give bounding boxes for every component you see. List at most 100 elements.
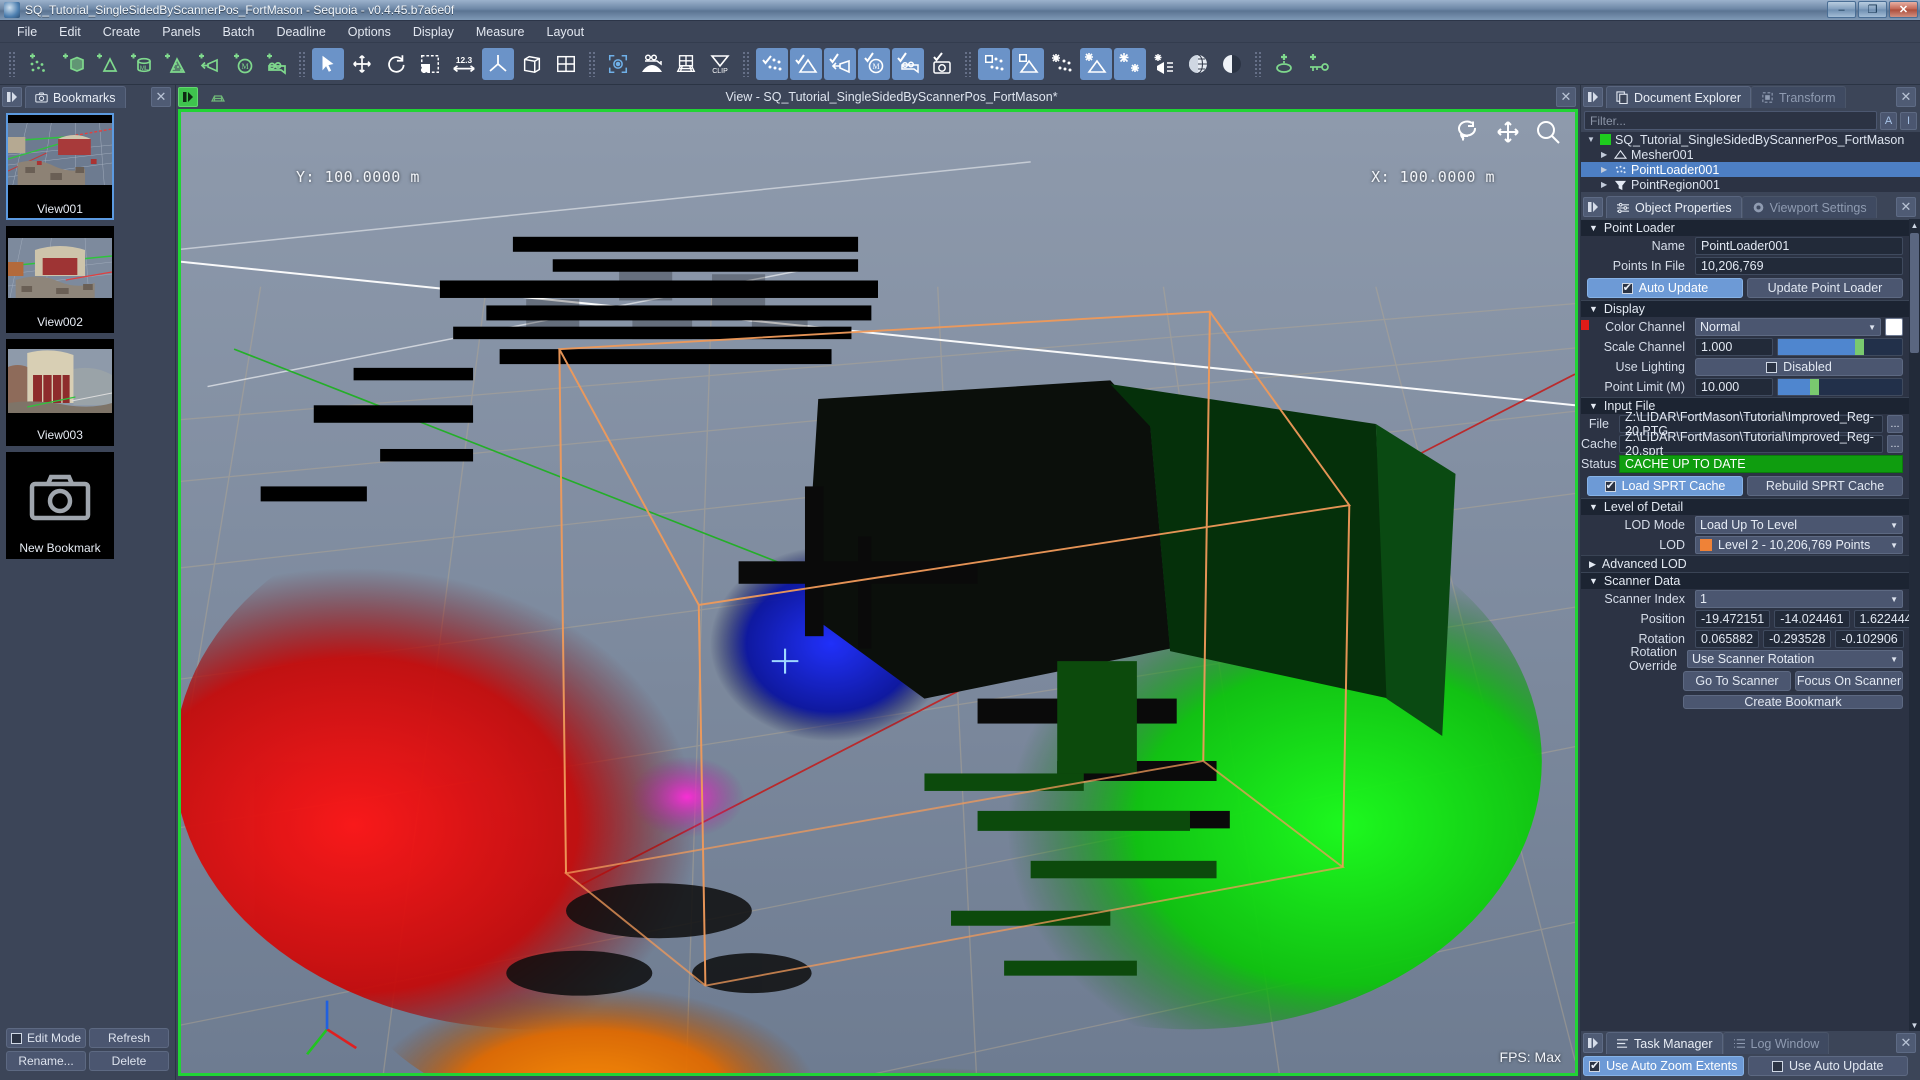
add-camera-icon[interactable] xyxy=(260,48,292,80)
use-auto-zoom-extents-toggle[interactable]: Use Auto Zoom Extents xyxy=(1583,1056,1744,1076)
add-magma-icon[interactable]: M xyxy=(226,48,258,80)
edit-mode-toggle[interactable]: Edit Mode xyxy=(6,1028,86,1048)
bookmark-item-view002[interactable]: View002 xyxy=(6,226,114,333)
toolbar-grip-3[interactable] xyxy=(588,50,596,77)
chevron-right-icon[interactable]: ▶ xyxy=(1601,165,1610,174)
section-scanner-data[interactable]: ▼ Scanner Data xyxy=(1581,572,1909,589)
tab-task-manager[interactable]: Task Manager xyxy=(1606,1032,1723,1054)
quad-view-icon[interactable] xyxy=(550,48,582,80)
bookmark-item-view003[interactable]: View003 xyxy=(6,339,114,446)
menu-edit[interactable]: Edit xyxy=(48,23,92,41)
toolbar-grip[interactable] xyxy=(8,50,16,77)
render-points-icon[interactable] xyxy=(978,47,1010,80)
tab-bookmarks[interactable]: Bookmarks xyxy=(25,86,126,108)
menu-options[interactable]: Options xyxy=(337,23,402,41)
properties-scrollbar[interactable]: ▲ ▼ xyxy=(1909,219,1920,1031)
rename-button[interactable]: Rename... xyxy=(6,1051,86,1071)
tree-item-scene[interactable]: ▼ SQ_Tutorial_SingleSidedByScannerPos_Fo… xyxy=(1581,132,1920,147)
menu-measure[interactable]: Measure xyxy=(465,23,536,41)
section-advanced-lod[interactable]: ▶ Advanced LOD xyxy=(1581,555,1909,572)
refresh-button[interactable]: Refresh xyxy=(89,1028,169,1048)
snow-sparkle-icon[interactable] xyxy=(1114,47,1146,80)
chevron-right-icon[interactable]: ▶ xyxy=(1589,559,1596,570)
chevron-down-icon[interactable]: ▼ xyxy=(1890,595,1898,604)
minimize-button[interactable]: – xyxy=(1827,1,1856,18)
axis-tripod-view-icon[interactable] xyxy=(482,47,514,80)
slider-knob[interactable] xyxy=(1854,339,1864,355)
toolbar-grip-5[interactable] xyxy=(964,50,972,77)
rebuild-sprt-cache-button[interactable]: Rebuild SPRT Cache xyxy=(1747,476,1903,496)
tab-transform[interactable]: Transform xyxy=(1751,86,1846,108)
focus-selection-icon[interactable] xyxy=(602,48,634,80)
scale-channel-slider[interactable] xyxy=(1777,338,1903,356)
point-limit-slider[interactable] xyxy=(1777,378,1903,396)
chevron-down-icon[interactable]: ▼ xyxy=(1589,502,1598,512)
use-lighting-toggle[interactable]: Disabled xyxy=(1695,358,1903,376)
add-marker-icon[interactable] xyxy=(1268,48,1300,80)
match-text-icon[interactable]: I xyxy=(1900,111,1917,130)
task-manager-collapse-icon[interactable] xyxy=(1583,1033,1603,1053)
rotation-z-input[interactable]: -0.102906 xyxy=(1835,630,1904,648)
task-manager-close-icon[interactable]: ✕ xyxy=(1896,1033,1916,1053)
load-sprt-cache-toggle[interactable]: Load SPRT Cache xyxy=(1587,476,1743,496)
delete-button[interactable]: Delete xyxy=(89,1051,169,1071)
maximize-button[interactable]: ❐ xyxy=(1858,1,1887,18)
menu-panels[interactable]: Panels xyxy=(151,23,211,41)
snow-points-icon[interactable] xyxy=(1046,48,1078,80)
box-view-icon[interactable] xyxy=(516,48,548,80)
chevron-down-icon[interactable]: ▼ xyxy=(1589,223,1598,233)
display-cameras-icon[interactable] xyxy=(892,47,924,80)
dock-collapse-icon[interactable] xyxy=(2,87,22,107)
rotation-override-dropdown[interactable]: Use Scanner Rotation ▼ xyxy=(1687,650,1903,668)
section-display[interactable]: ▼ Display xyxy=(1581,300,1909,317)
create-bookmark-button[interactable]: Create Bookmark xyxy=(1683,695,1903,709)
update-point-loader-button[interactable]: Update Point Loader xyxy=(1747,278,1903,298)
name-input[interactable]: PointLoader001 xyxy=(1695,237,1903,255)
display-points-icon[interactable] xyxy=(756,47,788,80)
scene-color-swatch[interactable] xyxy=(1600,134,1611,145)
color-channel-swatch[interactable] xyxy=(1885,318,1903,336)
orbit-icon[interactable] xyxy=(1455,120,1481,142)
add-point-loader-icon[interactable] xyxy=(22,48,54,80)
add-mesher-icon[interactable] xyxy=(90,48,122,80)
add-point-region-icon[interactable] xyxy=(56,48,88,80)
bookmark-item-view001[interactable]: View001 xyxy=(6,113,114,220)
properties-collapse-icon[interactable] xyxy=(1583,197,1603,217)
tab-log-window[interactable]: Log Window xyxy=(1722,1032,1830,1054)
viewport-collapse-icon[interactable] xyxy=(178,87,198,107)
menu-file[interactable]: File xyxy=(6,23,48,41)
chevron-right-icon[interactable]: ▶ xyxy=(1601,180,1610,189)
select-tool-icon[interactable] xyxy=(312,47,344,80)
use-lighting-checkbox[interactable] xyxy=(1766,361,1778,373)
pan-icon[interactable] xyxy=(1495,120,1521,144)
tree-item-pointregion001[interactable]: ▶ PointRegion001 xyxy=(1581,177,1920,192)
scanner-index-dropdown[interactable]: 1 ▼ xyxy=(1695,590,1903,608)
add-ml-database-icon[interactable]: ML xyxy=(124,48,156,80)
menu-layout[interactable]: Layout xyxy=(536,23,596,41)
section-point-loader[interactable]: ▼ Point Loader xyxy=(1581,219,1909,236)
globe-shaded-icon[interactable] xyxy=(1216,48,1248,80)
lod-mode-dropdown[interactable]: Load Up To Level ▼ xyxy=(1695,516,1903,534)
menu-create[interactable]: Create xyxy=(92,23,152,41)
display-markers-icon[interactable]: M xyxy=(858,47,890,80)
tree-item-mesher001[interactable]: ▶ Mesher001 xyxy=(1581,147,1920,162)
chevron-down-icon[interactable]: ▼ xyxy=(1587,135,1596,144)
scroll-down-icon[interactable]: ▼ xyxy=(1909,1019,1920,1031)
toolbar-grip-6[interactable] xyxy=(1254,50,1262,77)
snow-mesh-icon[interactable] xyxy=(1080,47,1112,80)
add-key-icon[interactable] xyxy=(1302,48,1334,80)
menu-deadline[interactable]: Deadline xyxy=(265,23,336,41)
auto-update-toggle[interactable]: Auto Update xyxy=(1587,278,1743,298)
tab-viewport-settings[interactable]: Viewport Settings xyxy=(1741,196,1877,218)
position-x-input[interactable]: -19.472151 xyxy=(1695,610,1771,628)
move-tool-icon[interactable] xyxy=(346,48,378,80)
grid-icon[interactable] xyxy=(670,48,702,80)
filter-input[interactable]: Filter... xyxy=(1584,111,1877,130)
add-particle-cloud-icon[interactable] xyxy=(158,48,190,80)
measure-distance-icon[interactable]: 12.3 xyxy=(448,48,480,80)
close-button[interactable]: ✕ xyxy=(1889,1,1918,18)
scrollbar-thumb[interactable] xyxy=(1910,233,1919,353)
use-auto-update-toggle[interactable]: Use Auto Update xyxy=(1747,1056,1908,1076)
tab-document-explorer[interactable]: Document Explorer xyxy=(1606,86,1751,108)
add-light-icon[interactable] xyxy=(192,48,224,80)
